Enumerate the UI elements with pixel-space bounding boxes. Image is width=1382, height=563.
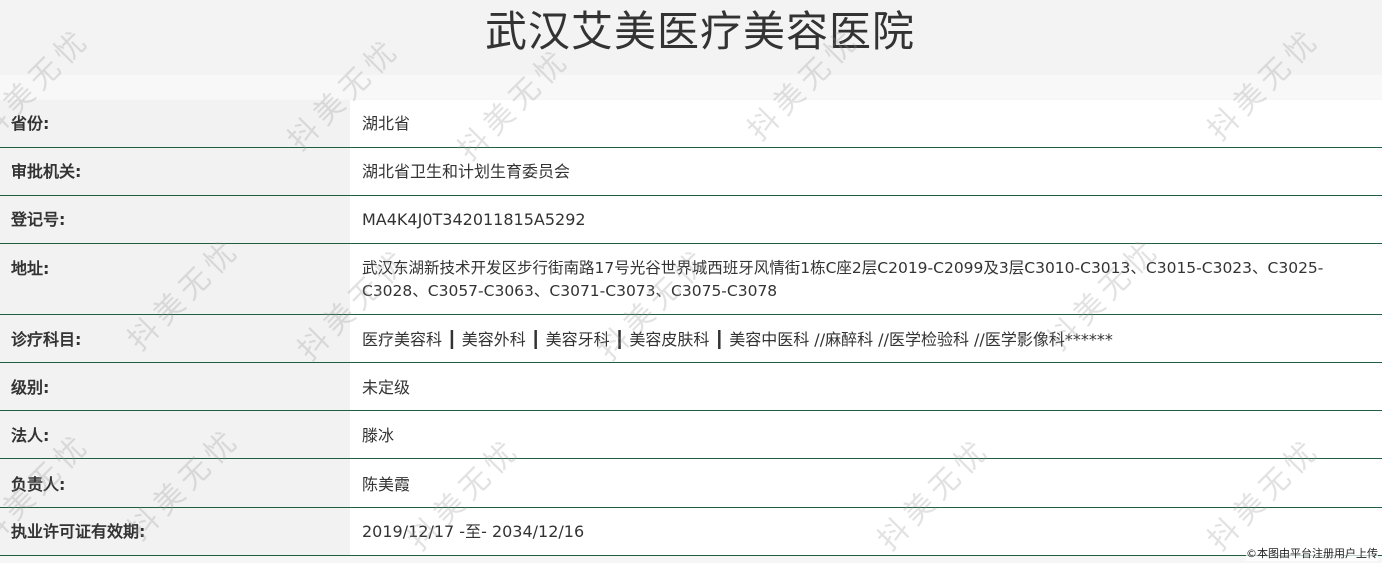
table-row-license-validity: 执业许可证有效期: 2019/12/17 -至- 2034/12/16 [0,508,1382,556]
row-value: 未定级 [362,378,411,397]
row-label: 负责人: [11,475,66,494]
row-label-cell: 地址: [0,244,350,314]
row-label-cell: 级别: [0,363,350,410]
row-value-cell: MA4K4J0T342011815A5292 [350,196,1382,243]
table-row-legal-person: 法人: 滕冰 [0,411,1382,459]
row-label-cell: 省份: [0,100,350,147]
row-label: 执业许可证有效期: [11,522,146,541]
row-label-cell: 法人: [0,411,350,458]
row-label: 登记号: [11,210,66,229]
row-value-cell: 武汉东湖新技术开发区步行街南路17号光谷世界城西班牙风情街1栋C座2层C2019… [350,244,1382,314]
row-value-cell: 未定级 [350,363,1382,410]
row-value-cell: 湖北省卫生和计划生育委员会 [350,148,1382,195]
page-title: 武汉艾美医疗美容医院 [484,7,915,56]
table-row-approval-authority: 审批机关: 湖北省卫生和计划生育委员会 [0,148,1382,196]
row-value-cell: 滕冰 [350,411,1382,458]
row-label: 省份: [11,114,50,133]
page: 武汉艾美医疗美容医院 省份: 湖北省 审批机关: 湖北省卫生和计划生育委员会 登… [0,0,1382,563]
table-row-province: 省份: 湖北省 [0,100,1382,148]
row-value-cell: 2019/12/17 -至- 2034/12/16 [350,508,1382,555]
row-value: 滕冰 [362,426,395,445]
table-row-level: 级别: 未定级 [0,363,1382,411]
row-value: MA4K4J0T342011815A5292 [362,210,586,229]
row-value: 湖北省卫生和计划生育委员会 [362,162,571,181]
row-value: 武汉东湖新技术开发区步行街南路17号光谷世界城西班牙风情街1栋C座2层C2019… [362,259,1324,300]
row-label: 诊疗科目: [11,330,82,349]
row-value: 湖北省 [362,114,411,133]
row-label-cell: 执业许可证有效期: [0,508,350,555]
table-row-departments: 诊疗科目: 医疗美容科 ┃ 美容外科 ┃ 美容牙科 ┃ 美容皮肤科 ┃ 美容中医… [0,315,1382,363]
row-label: 级别: [11,378,50,397]
row-value: 2019/12/17 -至- 2034/12/16 [362,522,585,541]
table-row-address: 地址: 武汉东湖新技术开发区步行街南路17号光谷世界城西班牙风情街1栋C座2层C… [0,244,1382,315]
row-label: 审批机关: [11,162,82,181]
row-label-cell: 登记号: [0,196,350,243]
table-row-person-in-charge: 负责人: 陈美霞 [0,459,1382,508]
row-label-cell: 负责人: [0,459,350,507]
row-label-cell: 审批机关: [0,148,350,195]
row-label: 地址: [11,259,50,278]
row-value: 陈美霞 [362,475,411,494]
row-label-cell: 诊疗科目: [0,315,350,362]
table-row-registration-number: 登记号: MA4K4J0T342011815A5292 [0,196,1382,244]
row-value-cell: 湖北省 [350,100,1382,147]
upload-credit: ©本图由平台注册用户上传 [1246,547,1378,561]
title-bar-spacer [0,75,1382,99]
row-label: 法人: [11,426,50,445]
row-value-cell: 陈美霞 [350,459,1382,507]
row-value: 医疗美容科 ┃ 美容外科 ┃ 美容牙科 ┃ 美容皮肤科 ┃ 美容中医科 //麻醉… [362,330,1113,349]
row-value-cell: 医疗美容科 ┃ 美容外科 ┃ 美容牙科 ┃ 美容皮肤科 ┃ 美容中医科 //麻醉… [350,315,1382,362]
